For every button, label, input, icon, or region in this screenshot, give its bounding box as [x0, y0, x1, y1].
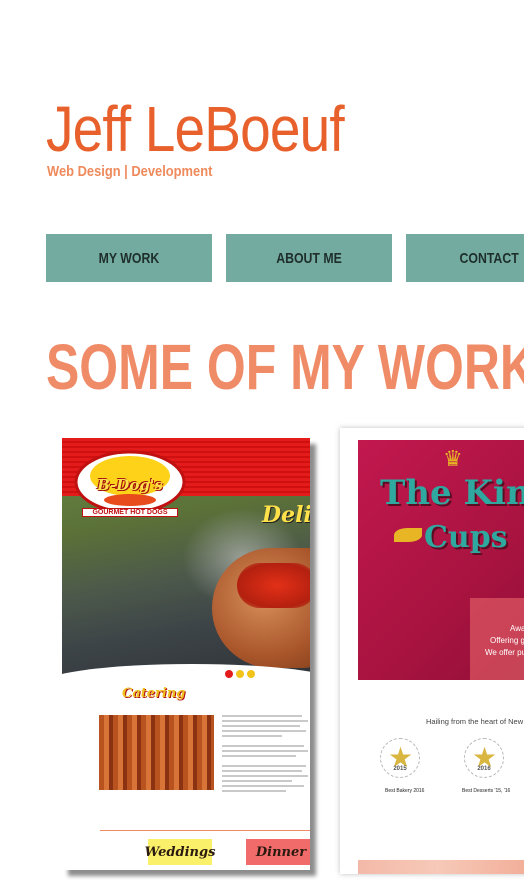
nav-my-work-label: MY WORK: [98, 249, 160, 267]
site-tagline: Web Design | Development: [47, 163, 213, 180]
site-name[interactable]: Jeff LeBoeuf: [46, 92, 345, 166]
bdogs-logo-text: B-Dog's: [97, 476, 163, 494]
bdogs-wave-divider: [62, 664, 310, 704]
king-cups-intro: Hailing from the heart of New E: [426, 717, 524, 726]
dinner-button[interactable]: Dinner: [246, 839, 310, 865]
panel-line: We offer pu: [485, 648, 524, 657]
section-heading: SOME OF MY WORK: [46, 331, 524, 403]
award-badge: ★ 2015: [380, 738, 420, 778]
portfolio-card-bdogs[interactable]: B-Dog's GOURMET HOT DOGS Deli Catering W…: [62, 438, 310, 870]
king-cups-subtitle: Cups: [424, 520, 508, 555]
nav-contact-label: CONTACT: [459, 249, 519, 267]
nav-contact-button[interactable]: CONTACT: [406, 234, 524, 282]
award-badge: ★ 2016: [464, 738, 504, 778]
bdogs-logo-subtext: GOURMET HOT DOGS: [82, 508, 178, 517]
catering-title: Catering: [122, 686, 186, 701]
bdogs-hero-image: B-Dog's GOURMET HOT DOGS Deli: [62, 438, 310, 678]
king-cups-footer-band: [358, 860, 524, 874]
slider-dot[interactable]: [236, 670, 244, 678]
slider-dot[interactable]: [225, 670, 233, 678]
ketchup-graphic: [237, 563, 310, 608]
main-nav: MY WORK ABOUT ME CONTACT: [46, 234, 524, 282]
divider: [100, 830, 310, 831]
panel-line: Awa: [510, 624, 524, 633]
placeholder-paragraph: [222, 715, 310, 795]
slider-dots: [225, 670, 255, 678]
swoosh-graphic: [394, 528, 422, 542]
king-cups-info-panel: Awa Offering g We offer pu: [470, 598, 524, 680]
award-year: 2015: [393, 766, 407, 772]
nav-about-me-button[interactable]: ABOUT ME: [226, 234, 392, 282]
king-cups-title: The Kin: [380, 473, 524, 513]
award-year: 2016: [477, 766, 491, 772]
bdogs-hero-text: Deli: [262, 502, 310, 528]
nav-about-me-label: ABOUT ME: [276, 249, 342, 267]
panel-line: Offering g: [490, 636, 524, 645]
crown-icon: ♛: [443, 446, 463, 471]
sausages-image: [99, 715, 214, 790]
award-caption: Best Bakery 2016: [385, 788, 425, 794]
nav-my-work-button[interactable]: MY WORK: [46, 234, 212, 282]
portfolio-card-king-cups[interactable]: ♛ The Kin Cups Awa Offering g We offer p…: [340, 428, 524, 874]
weddings-button[interactable]: Weddings: [145, 839, 215, 865]
award-caption: Best Desserts '15, '16: [462, 788, 511, 794]
bdogs-logo: B-Dog's GOURMET HOT DOGS: [74, 446, 186, 517]
slider-dot[interactable]: [247, 670, 255, 678]
